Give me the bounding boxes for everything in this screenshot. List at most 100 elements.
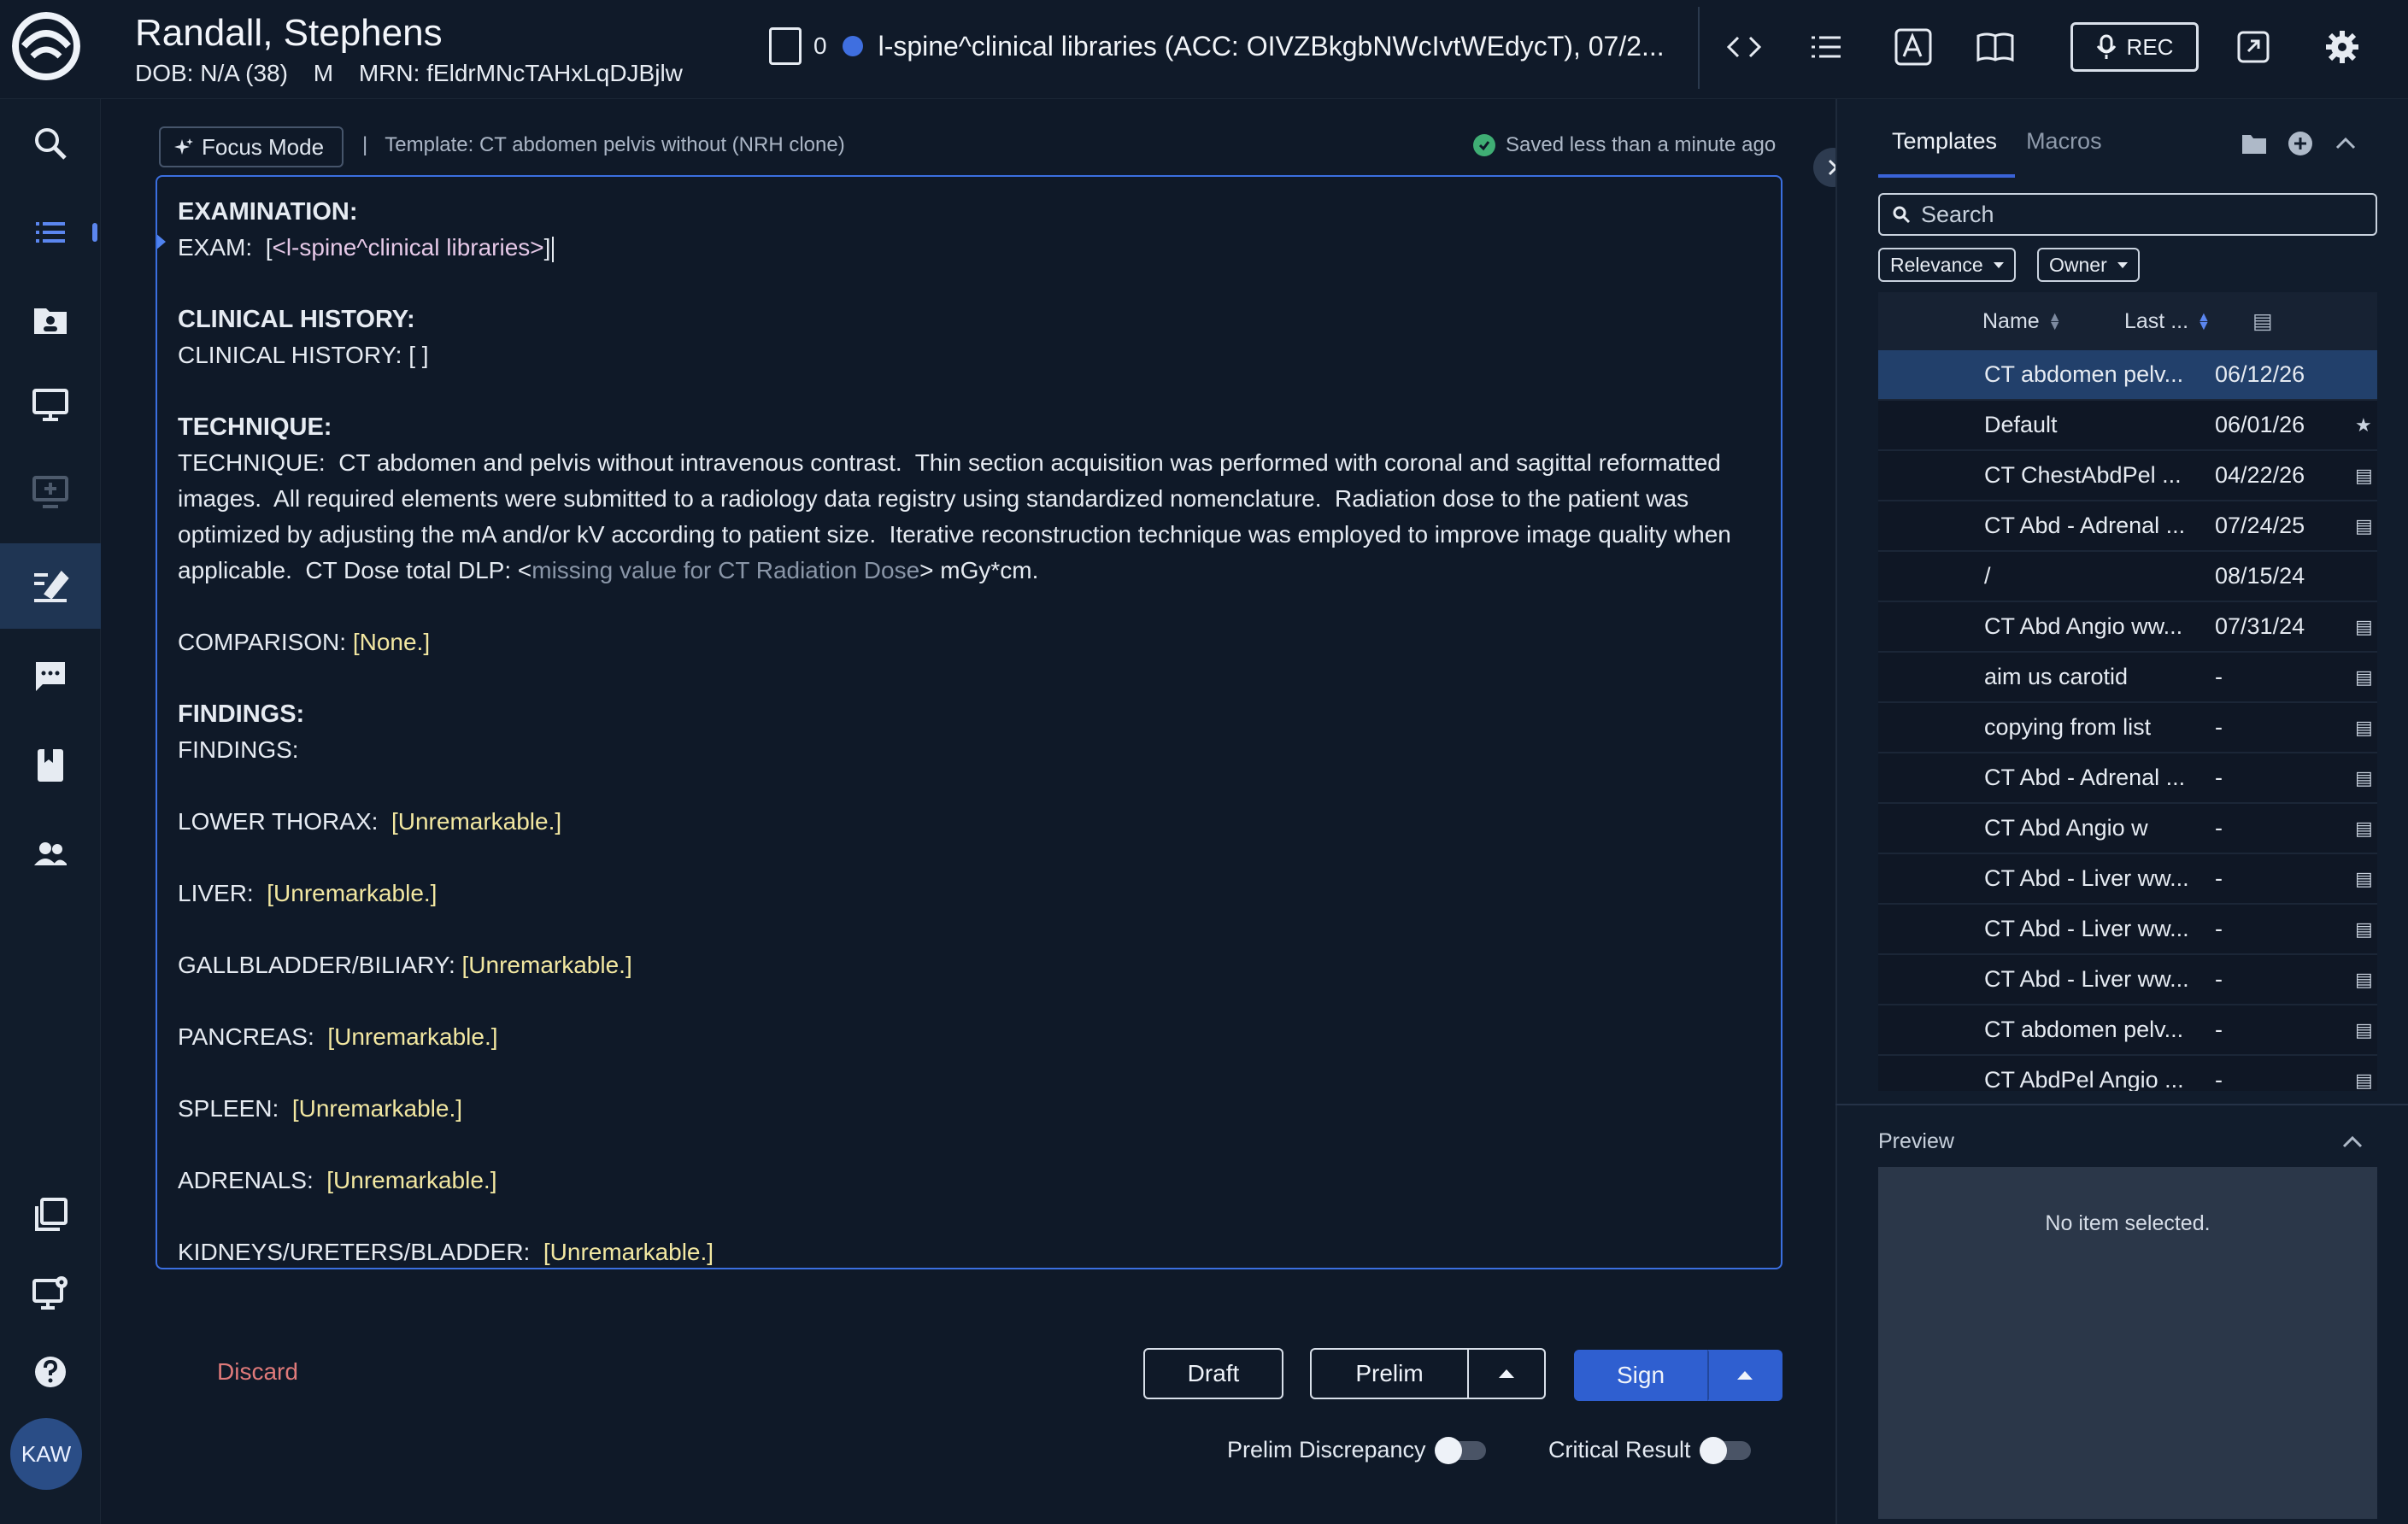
relevance-filter[interactable]: Relevance — [1878, 248, 2016, 282]
list-view-icon[interactable] — [1805, 26, 1847, 68]
shared-icon[interactable]: ▤ — [2355, 969, 2374, 990]
exam-value-field[interactable]: <l-spine^clinical libraries> — [272, 234, 543, 261]
shared-icon[interactable]: ▤ — [2355, 717, 2374, 738]
comparison-field[interactable]: [None.] — [353, 629, 430, 655]
chevron-up-icon[interactable] — [2333, 131, 2358, 156]
finding-value-field[interactable]: [Unremarkable.] — [543, 1239, 714, 1265]
template-name-cell: CT abdomen pelv... — [1984, 1017, 2184, 1042]
finding-adrenals[interactable]: ADRENALS: [Unremarkable.] — [178, 1163, 1760, 1199]
finding-value-field[interactable]: [Unremarkable.] — [462, 952, 632, 978]
prelim-button[interactable]: Prelim — [1310, 1348, 1469, 1399]
table-row[interactable]: CT Abd - Liver ww... - ▤ — [1878, 955, 2377, 1005]
blank-icon[interactable] — [2355, 364, 2374, 383]
add-circle-icon[interactable] — [2287, 130, 2314, 157]
finding-lower-thorax[interactable]: LOWER THORAX: [Unremarkable.] — [178, 804, 1760, 840]
table-row[interactable]: / 08/15/24 — [1878, 552, 2377, 602]
star-icon[interactable]: ★ — [2355, 414, 2374, 436]
findings-line[interactable]: FINDINGS: — [178, 732, 1760, 768]
finding-kidneys[interactable]: KIDNEYS/URETERS/BLADDER: [Unremarkable.] — [178, 1234, 1760, 1268]
history-line[interactable]: CLINICAL HISTORY: [ ] — [178, 337, 1760, 373]
sign-options-button[interactable] — [1707, 1350, 1783, 1401]
discard-button[interactable]: Discard — [217, 1358, 298, 1386]
table-row[interactable]: CT Abd - Adrenal ... 07/24/25 ▤ — [1878, 501, 2377, 552]
shared-icon[interactable]: ▤ — [2355, 515, 2374, 536]
nav-viewer[interactable] — [0, 362, 101, 448]
prelim-discrepancy-toggle[interactable] — [1434, 1436, 1486, 1464]
nav-worklist[interactable] — [0, 190, 101, 275]
missing-dose-field[interactable]: missing value for CT Radiation Dose — [532, 557, 919, 583]
code-view-icon[interactable] — [1723, 26, 1765, 68]
tab-templates[interactable]: Templates — [1892, 128, 1997, 155]
finding-value-field[interactable]: [Unremarkable.] — [267, 880, 437, 906]
nav-library[interactable] — [0, 723, 101, 808]
table-row[interactable]: CT Abd Angio w - ▤ — [1878, 804, 2377, 854]
finding-liver[interactable]: LIVER: [Unremarkable.] — [178, 876, 1760, 911]
report-editor[interactable]: EXAMINATION: EXAM: [<l-spine^clinical li… — [156, 175, 1783, 1269]
spellcheck-icon[interactable] — [1892, 26, 1935, 68]
column-name[interactable]: Name ▲ ▼ — [1982, 309, 2124, 334]
template-search-input[interactable]: Search — [1878, 193, 2377, 236]
finding-value-field[interactable]: [Unremarkable.] — [292, 1095, 462, 1122]
nav-patient-folder[interactable] — [0, 277, 101, 362]
template-date-cell: - — [2215, 714, 2223, 740]
table-row[interactable]: CT abdomen pelv... - ▤ — [1878, 1005, 2377, 1056]
table-row[interactable]: CT Abd Angio ww... 07/31/24 ▤ — [1878, 602, 2377, 653]
sign-button[interactable]: Sign — [1574, 1350, 1707, 1401]
app-logo-icon[interactable] — [12, 12, 80, 80]
column-last[interactable]: Last ... ▲ ▼ — [2124, 309, 2218, 334]
table-row[interactable]: Default 06/01/26 ★ — [1878, 401, 2377, 451]
table-row[interactable]: CT Abd - Liver ww... - ▤ — [1878, 905, 2377, 955]
draft-button[interactable]: Draft — [1143, 1348, 1283, 1399]
shared-icon[interactable]: ▤ — [2355, 1070, 2374, 1091]
table-row[interactable]: CT Abd - Liver ww... - ▤ — [1878, 854, 2377, 905]
nav-display-settings[interactable] — [0, 1251, 101, 1336]
shared-icon[interactable]: ▤ — [2355, 868, 2374, 889]
nav-add-viewer[interactable] — [0, 449, 101, 535]
nav-help[interactable] — [0, 1329, 101, 1415]
table-row[interactable]: CT ChestAbdPel ... 04/22/26 ▤ — [1878, 451, 2377, 501]
tab-macros[interactable]: Macros — [2026, 128, 2102, 155]
link-document-icon[interactable] — [2232, 26, 2275, 68]
preview-chevron-up-icon[interactable] — [2340, 1129, 2365, 1155]
shared-icon[interactable]: ▤ — [2355, 465, 2374, 486]
table-row[interactable]: CT AbdPel Angio ... - ▤ — [1878, 1056, 2377, 1091]
study-title[interactable]: l-spine^clinical libraries (ACC: OIVZBkg… — [878, 31, 1665, 62]
finding-value-field[interactable]: [Unremarkable.] — [326, 1167, 496, 1193]
shared-icon[interactable]: ▤ — [2355, 818, 2374, 839]
finding-value-field[interactable]: [Unremarkable.] — [327, 1023, 497, 1050]
shared-icon[interactable]: ▤ — [2355, 616, 2374, 637]
prelim-options-button[interactable] — [1467, 1348, 1546, 1399]
record-button[interactable]: REC — [2070, 22, 2199, 72]
table-row[interactable]: CT abdomen pelv... 06/12/26 — [1878, 350, 2377, 401]
shared-icon[interactable]: ▤ — [2355, 666, 2374, 688]
table-row[interactable]: aim us carotid - ▤ — [1878, 653, 2377, 703]
nav-users[interactable] — [0, 812, 101, 897]
finding-gallbladder[interactable]: GALLBLADDER/BILIARY: [Unremarkable.] — [178, 947, 1760, 983]
nav-search[interactable] — [0, 101, 101, 186]
exam-line[interactable]: EXAM: [<l-spine^clinical libraries>] — [178, 230, 1760, 266]
critical-result-toggle[interactable] — [1699, 1436, 1751, 1464]
nav-messages[interactable] — [0, 634, 101, 719]
preview-divider — [1835, 1104, 2408, 1105]
shared-icon[interactable]: ▤ — [2355, 918, 2374, 940]
settings-gear-icon[interactable] — [2321, 26, 2364, 68]
folder-icon[interactable] — [2241, 132, 2268, 155]
attachment-icon[interactable] — [769, 27, 802, 65]
focus-mode-button[interactable]: Focus Mode — [159, 126, 344, 167]
nav-reporting[interactable] — [0, 543, 101, 629]
blank-icon[interactable] — [2355, 566, 2374, 584]
table-row[interactable]: copying from list - ▤ — [1878, 703, 2377, 753]
table-row[interactable]: CT Abd - Adrenal ... - ▤ — [1878, 753, 2377, 804]
template-name-cell: CT Abd - Liver ww... — [1984, 865, 2189, 891]
shared-icon[interactable]: ▤ — [2355, 1019, 2374, 1040]
owner-filter[interactable]: Owner — [2037, 248, 2140, 282]
book-icon[interactable] — [1974, 26, 2017, 68]
technique-paragraph[interactable]: TECHNIQUE: CT abdomen and pelvis without… — [178, 445, 1760, 589]
finding-value-field[interactable]: [Unremarkable.] — [391, 808, 561, 835]
nav-copy[interactable] — [0, 1172, 101, 1257]
finding-spleen[interactable]: SPLEEN: [Unremarkable.] — [178, 1091, 1760, 1127]
comparison-line[interactable]: COMPARISON: [None.] — [178, 624, 1760, 660]
finding-pancreas[interactable]: PANCREAS: [Unremarkable.] — [178, 1019, 1760, 1055]
shared-icon[interactable]: ▤ — [2355, 767, 2374, 788]
user-avatar[interactable]: KAW — [10, 1418, 82, 1490]
